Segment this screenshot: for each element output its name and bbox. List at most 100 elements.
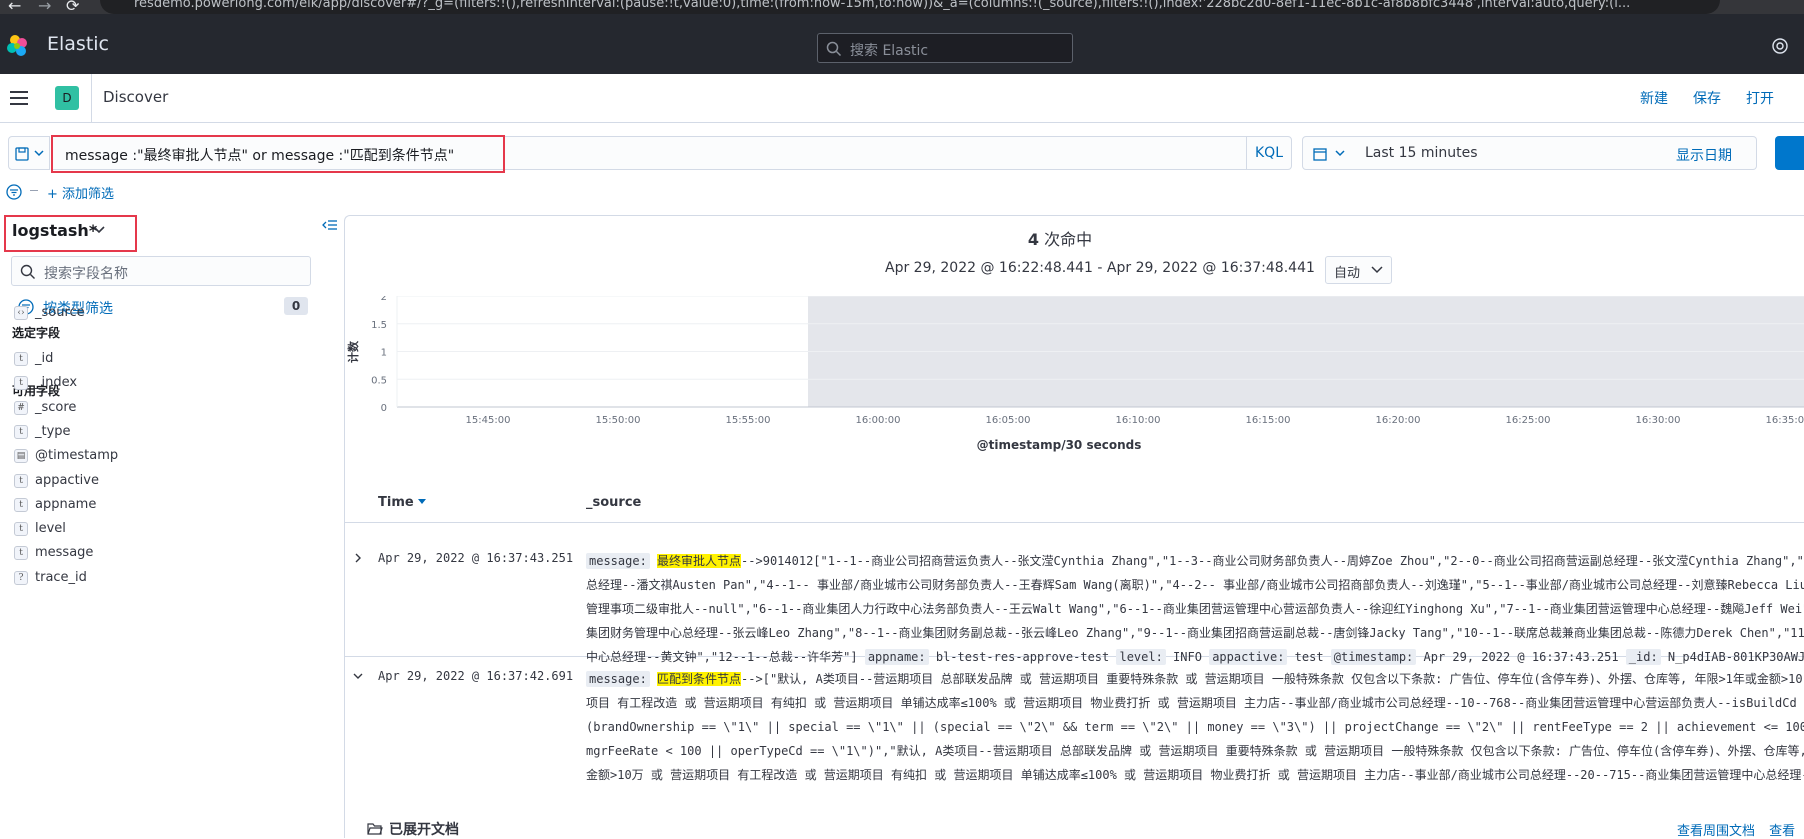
view-single-link[interactable]: 查看 (1769, 824, 1795, 839)
field-appactive[interactable]: t appactive (14, 471, 314, 491)
column-source-header: _source (586, 495, 642, 510)
expanded-docs-label: 已展开文档 (389, 822, 459, 838)
field-index[interactable]: t _index (14, 373, 314, 393)
page-title: Discover (103, 88, 169, 106)
field-type-icon: t (14, 497, 28, 512)
show-dates-link[interactable]: 显示日期 (1676, 145, 1732, 165)
doc-links: 查看周围文档 查看 (1677, 820, 1795, 839)
highlight-match: 匹配到条件节点 (657, 672, 742, 686)
reload-icon[interactable]: ⟳ (66, 0, 79, 14)
save-button[interactable]: 保存 (1693, 88, 1721, 108)
row-timestamp: Apr 29, 2022 @ 16:37:42.691 (378, 669, 574, 683)
add-filter-button[interactable]: + 添加筛选 (47, 183, 114, 202)
brand-name: Elastic (47, 33, 110, 55)
sort-desc-icon[interactable] (418, 499, 427, 505)
field-name: message (35, 545, 94, 561)
new-button[interactable]: 新建 (1640, 88, 1668, 108)
source-text: -->9014012["1--1--商业公司招商营运负责人--张文滢Cynthi… (741, 554, 1804, 568)
field-score[interactable]: # _score (14, 398, 314, 418)
global-search-placeholder: 搜索 Elastic (850, 43, 929, 59)
field-search-input[interactable]: 搜索字段名称 (11, 256, 311, 286)
column-time-header[interactable]: Time (378, 495, 427, 510)
field-type-icon: t (14, 473, 28, 488)
folder-open-icon (367, 823, 383, 835)
menu-icon[interactable] (10, 90, 28, 106)
chevron-down-icon (1335, 150, 1345, 157)
filter-icon[interactable] (6, 184, 22, 200)
table-row[interactable]: Apr 29, 2022 @ 16:37:42.691 message: 匹配到条… (345, 657, 1804, 782)
field-type-icon: ‹› (14, 306, 28, 320)
row-source: message: 最终审批人节点-->9014012["1--1--商业公司招商… (586, 549, 1804, 669)
url-bar[interactable]: resdemo.powerlong.com/elk/app/discover#/… (100, 0, 1720, 14)
source-line: 项目 有工程改造 或 营运期项目 有纯扣 或 营运期项目 单铺达成率≤100% … (586, 691, 1804, 715)
chart-y-tick-label: 1.5 (371, 320, 387, 331)
source-text (650, 554, 657, 568)
source-line: 集团财务管理中心总经理--张云峰Leo Zhang","8--1--商业集团财务… (586, 621, 1804, 645)
global-header: Elastic 搜索 Elastic (0, 14, 1804, 74)
field-type-icon: t (14, 376, 28, 391)
collapse-sidebar-icon[interactable] (322, 218, 338, 232)
field-id[interactable]: t _id (14, 349, 314, 369)
field-type-icon: ▤ (14, 449, 28, 464)
field-source[interactable]: ‹› _source (14, 303, 314, 323)
divider (91, 74, 92, 122)
refresh-button[interactable] (1775, 136, 1804, 170)
row-source: message: 匹配到条件节点-->["默认, A类项目--营运期项目 总部联… (586, 667, 1804, 787)
chart-y-tick-label: 0.5 (371, 375, 387, 386)
save-query-icon (15, 147, 29, 161)
chevron-down-icon[interactable] (353, 671, 363, 681)
field-message[interactable]: t message (14, 543, 314, 563)
hit-count: 4 次命中 (345, 226, 1775, 250)
source-line: (brandOwnership == \"1\" || special == \… (586, 715, 1804, 739)
chart-x-tick-label: 15:50:00 (596, 415, 641, 426)
open-button[interactable]: 打开 (1746, 88, 1774, 108)
chart-x-tick-label: 16:10:00 (1116, 415, 1161, 426)
discover-main-panel: 4 次命中 Apr 29, 2022 @ 16:22:48.441 - Apr … (344, 215, 1804, 839)
field-search-placeholder: 搜索字段名称 (44, 266, 128, 282)
help-icon[interactable] (1772, 38, 1788, 54)
source-field-key: message: (586, 671, 650, 687)
chart-x-tick-label: 16:30:00 (1636, 415, 1681, 426)
forward-icon[interactable]: → (38, 0, 51, 14)
chart-x-tick-label: 16:15:00 (1246, 415, 1291, 426)
chevron-right-icon[interactable] (353, 553, 363, 563)
source-text: -->["默认, A类项目--营运期项目 总部联发品牌 或 营运期项目 重要特殊… (741, 672, 1803, 686)
annotation-highlight (51, 135, 505, 173)
annotation-highlight (4, 215, 137, 252)
source-line: message: 匹配到条件节点-->["默认, A类项目--营运期项目 总部联… (586, 667, 1804, 691)
field-timestamp[interactable]: ▤ @timestamp (14, 446, 314, 466)
search-icon (20, 264, 35, 279)
chart-x-tick-label: 16:35:00 (1766, 415, 1804, 426)
elastic-logo-icon[interactable] (6, 34, 30, 58)
field-appname[interactable]: t appname (14, 495, 314, 515)
histogram-chart[interactable]: 0 0.5 1 1.5 2 15:45:00 15:50:00 15:55:00 16:00:0… (345, 296, 1804, 496)
chart-x-tick-label: 16:00:00 (856, 415, 901, 426)
browser-toolbar: ← → ⟳ resdemo.powerlong.com/elk/app/disc… (0, 0, 1804, 14)
saved-query-button[interactable] (8, 136, 50, 170)
chart-x-axis-label: @timestamp/30 seconds (977, 438, 1142, 452)
view-surrounding-link[interactable]: 查看周围文档 (1677, 824, 1755, 839)
source-field-key: message: (586, 553, 650, 569)
date-range-display[interactable]: Last 15 minutes 显示日期 (1357, 136, 1757, 170)
table-row[interactable]: Apr 29, 2022 @ 16:37:43.251 message: 最终审批… (345, 539, 1804, 665)
space-avatar[interactable]: D (55, 86, 79, 110)
field-name: appname (35, 496, 97, 512)
field-type[interactable]: t _type (14, 422, 314, 442)
field-traceid[interactable]: ? trace_id (14, 568, 314, 588)
source-text: 项目 有工程改造 或 营运期项目 有纯扣 或 营运期项目 单铺达成率≤100% … (586, 696, 1804, 710)
field-name: _score (35, 399, 77, 415)
time-range-row: Apr 29, 2022 @ 16:22:48.441 - Apr 29, 20… (885, 254, 1485, 284)
global-search-input[interactable]: 搜索 Elastic (817, 33, 1073, 63)
query-bar: message :"最终审批人节点" or message :"匹配到条件节点"… (0, 133, 1804, 173)
row-timestamp: Apr 29, 2022 @ 16:37:43.251 (378, 551, 574, 565)
query-language-button[interactable]: KQL (1246, 136, 1292, 170)
app-breadcrumb-bar: D Discover 新建 保存 打开 (0, 74, 1804, 123)
back-icon[interactable]: ← (8, 0, 21, 14)
field-level[interactable]: t level (14, 519, 314, 539)
quick-date-picker[interactable] (1302, 136, 1358, 170)
field-name: _index (35, 375, 78, 391)
interval-select[interactable]: 自动 (1325, 256, 1392, 284)
source-line: 总经理--潘文祺Austen Pan","4--1-- 事业部/商业城市公司财务… (586, 573, 1804, 597)
source-line: message: 最终审批人节点-->9014012["1--1--商业公司招商… (586, 549, 1804, 573)
source-text: mgrFeeRate < 100 || operTypeCd == \"1\")… (586, 744, 1804, 758)
